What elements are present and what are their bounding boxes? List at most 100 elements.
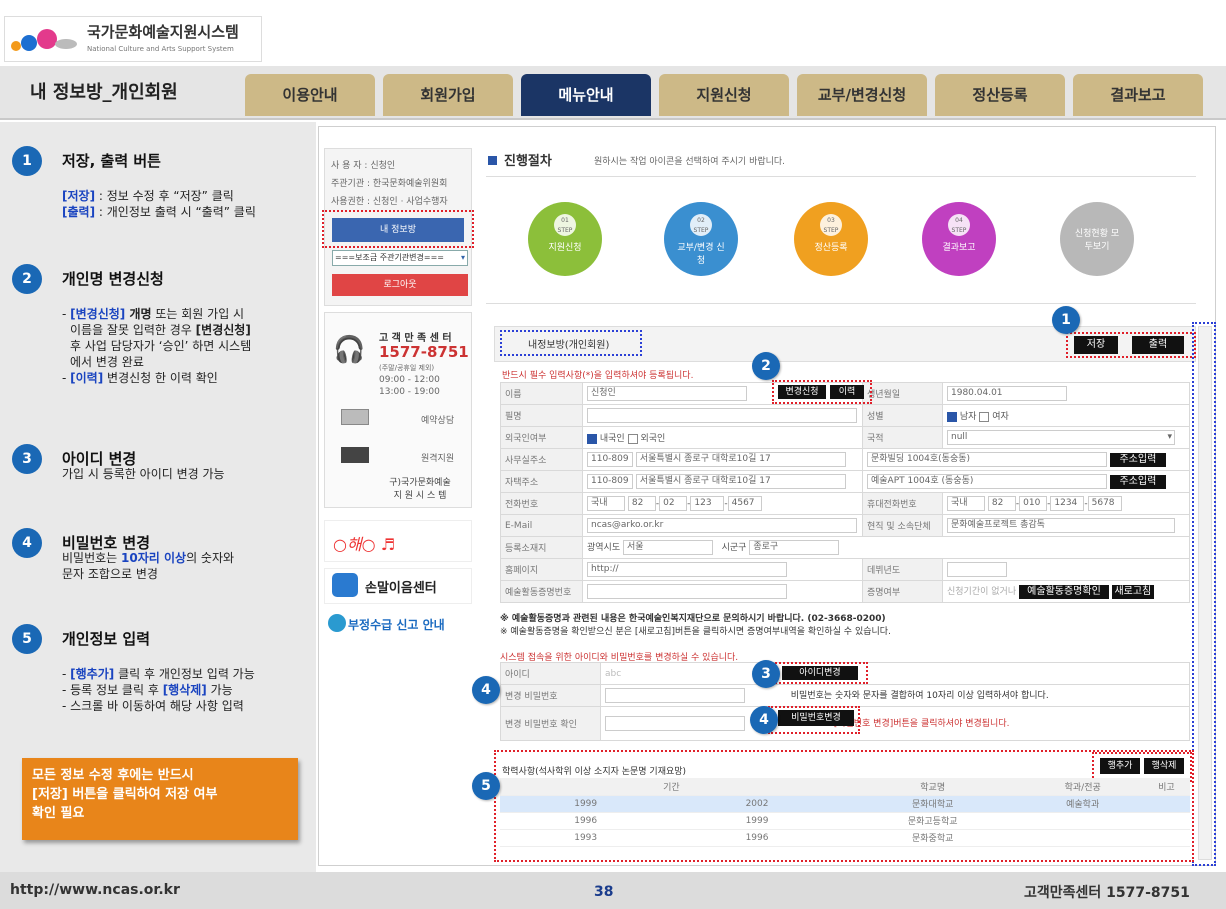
mobile-1[interactable]: 82 (987, 496, 1016, 511)
name-label: 이름 (500, 382, 583, 405)
logo-title: 국가문화예술지원시스템 (87, 23, 239, 41)
email-input[interactable]: ncas@arko.or.kr (587, 518, 857, 533)
step-circle-status[interactable]: 신청현황 모두보기 (1060, 202, 1134, 276)
table-row[interactable]: 1996 1999 문화고등학교 (500, 812, 1190, 830)
footer-customer-center: 고객만족센터 1577-8751 (1024, 885, 1190, 901)
page-title: 내 정보방_개인회원 (30, 82, 178, 103)
print-button[interactable]: 출력 (1132, 336, 1184, 354)
sigungu-label: 시군구 (721, 543, 747, 553)
cert-number-input[interactable] (587, 584, 787, 599)
table-row[interactable]: 1993 1996 문화중학교 (500, 829, 1190, 847)
marker-1: 1 (1052, 306, 1080, 334)
laptop-icon (341, 447, 369, 463)
tab-signup[interactable]: 회원가입 (383, 74, 513, 116)
office-address-detail[interactable]: 문화빌딩 1004호(동숭동) (867, 452, 1107, 467)
tab-result[interactable]: 결과보고 (1073, 74, 1203, 116)
home-zip-input[interactable]: 110-809 (587, 474, 633, 489)
col-period: 기간 (500, 778, 843, 796)
user-role: 사용권한 : 신청인 · 사업수행자 (331, 197, 448, 207)
id-change-button[interactable]: 아이디변경 (782, 666, 858, 680)
step-desc-2: - [변경신청] 개명 또는 회원 가입 시 이름을 잘못 입력한 경우 [변경… (62, 307, 252, 385)
tab-usage[interactable]: 이용안내 (245, 74, 375, 116)
mobile-country-select[interactable]: 국내 (947, 496, 985, 511)
country-select[interactable]: null ▾ (947, 430, 1175, 445)
footer-url[interactable]: http://www.ncas.or.kr (10, 882, 180, 898)
password-change-button[interactable]: 비밀번호변경 (778, 710, 854, 726)
remote-support-link[interactable]: 원격지원 (421, 451, 454, 464)
fraud-report-banner[interactable]: 부정수급 신고 안내 (324, 610, 472, 640)
tab-apply[interactable]: 지원신청 (659, 74, 789, 116)
delete-row-button[interactable]: 행삭제 (1144, 758, 1184, 774)
add-row-button[interactable]: 행추가 (1100, 758, 1140, 774)
cs-hours-note: (주말/공휴일 제외) (379, 364, 435, 372)
step-circle-grant[interactable]: 02 STEP 교부/변경 신청 (664, 202, 738, 276)
reservation-link[interactable]: 예약상담 (421, 413, 454, 426)
pen-name-input[interactable] (587, 408, 857, 423)
homepage-input[interactable]: http:// (587, 562, 787, 577)
scrollbar[interactable] (1198, 326, 1212, 860)
user-name: 사 용 자 : 신청인 (331, 161, 396, 171)
col-major: 학과/전공 (1022, 778, 1143, 796)
female-label: 여자 (992, 412, 1009, 422)
phone-1[interactable]: 82 (627, 496, 656, 511)
job-input[interactable]: 문화예술프로젝트 총감독 (947, 518, 1175, 533)
step-desc-3: 가입 시 등록한 아이디 변경 가능 (62, 467, 225, 481)
home-address-button[interactable]: 주소입력 (1109, 475, 1166, 489)
refresh-button[interactable]: 새로고침 (1111, 585, 1154, 599)
cs-title: 고 객 만 족 센 터 (379, 333, 452, 344)
new-password-input[interactable] (605, 688, 745, 703)
confirm-password-input[interactable] (605, 716, 745, 731)
customer-center: 🎧 고 객 만 족 센 터 1577-8751 (주말/공휴일 제외) 09:0… (324, 312, 472, 508)
phone-country-select[interactable]: 국내 (587, 496, 625, 511)
step-circle-apply[interactable]: 01 STEP 지원신청 (528, 202, 602, 276)
marker-5: 5 (472, 772, 500, 800)
org-select[interactable]: ===보조금 주관기관변경=== ▾ (332, 250, 468, 266)
office-zip-input[interactable]: 110-809 (587, 452, 633, 467)
table-row[interactable]: 1999 2002 문화대학교 예술학과 (500, 795, 1190, 813)
homepage-label: 홈페이지 (500, 558, 583, 581)
save-button[interactable]: 저장 (1074, 336, 1118, 354)
birth-input[interactable]: 1980.04.01 (947, 386, 1067, 401)
female-radio[interactable] (979, 411, 990, 422)
office-address-input[interactable]: 서울특별시 종로구 대학로10길 17 (635, 452, 846, 467)
change-request-button[interactable]: 변경신청 (778, 385, 826, 399)
user-org: 주관기관 : 한국문화예술위원회 (331, 179, 448, 189)
foreign-radio[interactable] (627, 433, 638, 444)
mobile-2[interactable]: 010 (1019, 496, 1048, 511)
campaign-banner[interactable]: ○해○ ♬ (324, 520, 472, 562)
debut-input[interactable] (947, 562, 1007, 577)
marker-4a: 4 (472, 676, 500, 704)
monitor-icon (341, 409, 369, 425)
cert-check-button[interactable]: 예술활동증명확인 (1018, 585, 1109, 599)
mobile-4[interactable]: 5678 (1087, 496, 1122, 511)
phone-3[interactable]: 123 (690, 496, 725, 511)
cert-number-label: 예술활동증명번호 (500, 580, 583, 603)
phone-2[interactable]: 02 (659, 496, 688, 511)
step-circle-report[interactable]: 04 STEP 결과보고 (922, 202, 996, 276)
home-address-detail[interactable]: 예술APT 1004호 (동숭동) (867, 474, 1107, 489)
mobile-3[interactable]: 1234 (1050, 496, 1085, 511)
step-desc-1: [저장] : 정보 수정 후 “저장” 클릭 [출력] : 개인정보 출력 시 … (62, 189, 256, 219)
old-system[interactable]: 구)국가문화예술 지 원 시 스 템 (375, 475, 465, 501)
logout-button[interactable]: 로그아웃 (332, 274, 468, 296)
sigungu-select[interactable]: 종로구 (749, 540, 840, 555)
phone-4[interactable]: 4567 (727, 496, 762, 511)
sido-select[interactable]: 서울 (623, 540, 713, 555)
male-radio[interactable] (947, 411, 957, 422)
history-button[interactable]: 이력 (830, 385, 864, 399)
tab-settlement[interactable]: 정산등록 (935, 74, 1065, 116)
tab-grant-change[interactable]: 교부/변경신청 (797, 74, 927, 116)
notes: ※ 예술활동증명과 관련된 내용은 한국예술인복지재단으로 문의하시기 바랍니다… (500, 614, 891, 637)
step-title-1: 저장, 출력 버튼 (62, 152, 161, 170)
marker-4b: 4 (750, 706, 778, 734)
tab-menu-guide[interactable]: 메뉴안내 (521, 74, 651, 116)
foreigner-label: 외국인여부 (500, 426, 583, 449)
korean-radio[interactable] (587, 433, 597, 444)
my-info-button[interactable]: 내 정보방 (332, 218, 464, 242)
name-input[interactable]: 신청인 (587, 386, 747, 401)
step-circle-settle[interactable]: 03 STEP 정산등록 (794, 202, 868, 276)
office-address-button[interactable]: 주소입력 (1109, 453, 1166, 467)
notice-box: 모든 정보 수정 후에는 반드시 [저장] 버튼을 클릭하여 저장 여부 확인 … (22, 758, 298, 840)
home-address-input[interactable]: 서울특별시 종로구 대학로10길 17 (635, 474, 846, 489)
dropdown-arrow-icon: ▾ (1167, 432, 1172, 442)
